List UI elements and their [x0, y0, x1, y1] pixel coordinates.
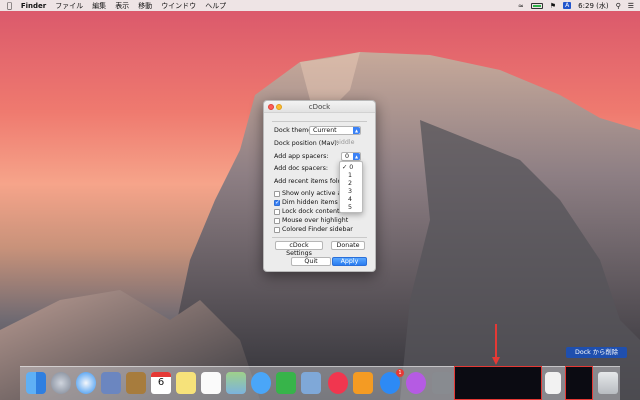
launchpad-icon[interactable]: [51, 372, 71, 394]
menu-edit[interactable]: 編集: [92, 1, 106, 11]
add-app-spacers-value: 0: [345, 153, 350, 160]
document-icon[interactable]: [545, 372, 561, 394]
ibooks-icon[interactable]: [353, 372, 373, 394]
dock-position-value: middle: [333, 139, 355, 146]
dock-theme-value: Current: [313, 127, 337, 134]
flag-icon[interactable]: ⚑: [550, 2, 556, 10]
cdock-settings-button[interactable]: cDock Settings: [275, 241, 323, 257]
dock-position-popup[interactable]: middle: [330, 139, 364, 148]
dim-hidden-items-checkbox[interactable]: Dim hidden items: [274, 199, 338, 206]
apple-menu-icon[interactable]: : [7, 1, 12, 10]
lock-dock-contents-checkbox[interactable]: Lock dock contents: [274, 208, 343, 215]
notes-icon[interactable]: [176, 372, 196, 394]
chevron-updown-icon: ▲: [353, 127, 360, 134]
calendar-icon[interactable]: 6: [151, 372, 171, 394]
checkbox-label: Mouse over highlight: [282, 217, 349, 224]
dropdown-option-0[interactable]: ✓ 0: [342, 164, 353, 171]
dropdown-option-4[interactable]: 4: [348, 196, 352, 203]
checkbox-box[interactable]: [274, 199, 280, 206]
spotlight-icon[interactable]: ⚲: [616, 2, 621, 10]
add-doc-spacers-label: Add doc spacers:: [274, 165, 328, 172]
checkbox-label: Lock dock contents: [282, 208, 343, 215]
podcast-icon[interactable]: [406, 372, 426, 394]
itunes-icon[interactable]: [328, 372, 348, 394]
checkbox-label: Colored Finder sidebar: [282, 226, 353, 233]
add-app-spacers-label: Add app spacers:: [274, 153, 329, 160]
menu-bar:  Finder ファイル 編集 表示 移動 ウインドウ ヘルプ ≈ ⚑ A 6…: [0, 0, 640, 11]
window-title: cDock: [308, 103, 331, 111]
photos-icon[interactable]: [301, 372, 321, 394]
quit-button[interactable]: Quit: [291, 257, 331, 266]
facetime-icon[interactable]: [276, 372, 296, 394]
remove-from-dock-tooltip: Dock から削除: [566, 347, 627, 358]
menu-go[interactable]: 移動: [138, 1, 152, 11]
photo-icon[interactable]: [101, 372, 121, 394]
checkbox-label: Dim hidden items: [282, 199, 338, 206]
divider: [272, 121, 367, 122]
input-source-icon[interactable]: A: [563, 2, 572, 9]
system-preferences-icon[interactable]: [432, 372, 452, 394]
trash-icon[interactable]: [598, 372, 618, 394]
wifi-icon[interactable]: ≈: [518, 2, 524, 10]
reminders-icon[interactable]: [201, 372, 221, 394]
dock-spacer-doc[interactable]: [565, 366, 593, 400]
donate-button[interactable]: Donate: [331, 241, 365, 250]
clock[interactable]: 6:29 (水): [578, 1, 608, 11]
annotation-arrow-line: [495, 324, 497, 360]
safari-icon[interactable]: [76, 372, 96, 394]
dropdown-option-3[interactable]: 3: [348, 188, 352, 195]
mouse-over-highlight-checkbox[interactable]: Mouse over highlight: [274, 217, 348, 224]
calendar-day: 6: [157, 377, 165, 388]
menu-help[interactable]: ヘルプ: [205, 1, 226, 11]
dropdown-option-5[interactable]: 5: [348, 204, 352, 211]
annotation-arrow-head: [492, 357, 500, 365]
add-app-spacers-popup[interactable]: 0 ▲: [341, 152, 361, 161]
app-store-badge: 1: [396, 369, 404, 377]
menu-window[interactable]: ウインドウ: [161, 1, 196, 11]
checkbox-box[interactable]: [274, 226, 280, 233]
menu-file[interactable]: ファイル: [55, 1, 83, 11]
divider: [272, 237, 367, 238]
finder-icon[interactable]: [26, 372, 46, 394]
menu-view[interactable]: 表示: [115, 1, 129, 11]
dock-spacer-app[interactable]: [454, 366, 542, 400]
contacts-icon[interactable]: [126, 372, 146, 394]
notification-center-icon[interactable]: ☰: [628, 2, 634, 10]
dock-theme-popup[interactable]: Current ▲: [309, 126, 361, 135]
colored-finder-sidebar-checkbox[interactable]: Colored Finder sidebar: [274, 226, 353, 233]
battery-icon[interactable]: [530, 2, 543, 9]
checkbox-box[interactable]: [274, 190, 280, 197]
messages-icon[interactable]: [251, 372, 271, 394]
dropdown-option-1[interactable]: 1: [348, 172, 352, 179]
window-titlebar[interactable]: cDock: [264, 101, 375, 113]
apply-button[interactable]: Apply: [332, 257, 367, 266]
maps-icon[interactable]: [226, 372, 246, 394]
app-menu-finder[interactable]: Finder: [21, 2, 46, 10]
chevron-updown-icon: ▲: [353, 153, 360, 160]
checkbox-box[interactable]: [274, 217, 280, 224]
checkbox-box[interactable]: [274, 208, 280, 215]
dropdown-option-2[interactable]: 2: [348, 180, 352, 187]
spacers-dropdown-menu: ✓ 0 1 2 3 4 5: [339, 161, 363, 213]
